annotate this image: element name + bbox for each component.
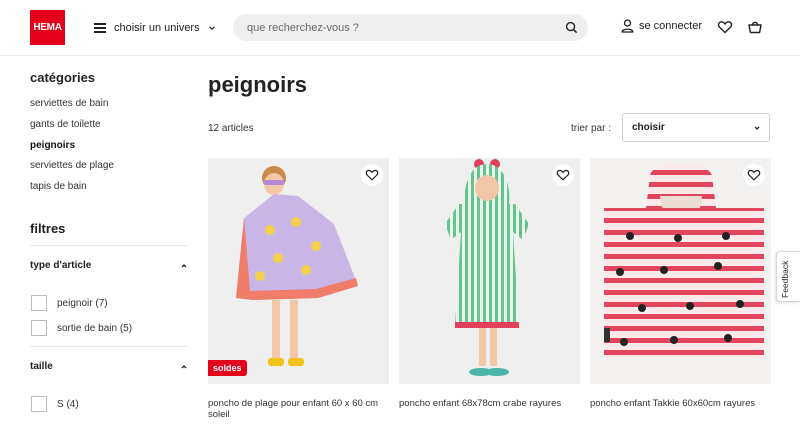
product-image[interactable]: soldes [208, 158, 389, 384]
filter-option-size-s[interactable]: S (4) [31, 396, 79, 412]
choose-universe-button[interactable]: choisir un univers [94, 18, 216, 38]
checkbox[interactable] [31, 295, 47, 311]
filter-taille-label: taille [30, 361, 53, 372]
filter-type-article-header[interactable]: type d'article [30, 260, 188, 271]
heart-icon[interactable] [717, 19, 733, 35]
filter-option-label: sortie de bain (5) [57, 322, 133, 334]
product-image[interactable] [399, 158, 580, 384]
filter-option-sortie-de-bain[interactable]: sortie de bain (5) [31, 320, 132, 336]
category-tapis-de-bain[interactable]: tapis de bain [30, 181, 87, 192]
chevron-up-icon [181, 263, 187, 267]
categories-title: catégories [30, 70, 96, 85]
heart-icon[interactable] [361, 164, 383, 186]
product-photo-poncho-crabe [399, 158, 580, 384]
search-icon[interactable] [565, 21, 578, 34]
search-bar [233, 14, 588, 41]
divider [30, 245, 188, 246]
filter-option-label: peignoir (7) [57, 297, 108, 309]
basket-icon[interactable] [747, 19, 763, 35]
sort-label: trier par : [571, 123, 612, 134]
chevron-up-icon [181, 364, 187, 368]
page-title: peignoirs [208, 72, 308, 97]
sort-value: choisir [632, 122, 665, 133]
login-label: se connecter [639, 20, 702, 32]
article-count: 12 articles [208, 123, 254, 134]
filters-title: filtres [30, 221, 66, 236]
filter-taille-header[interactable]: taille [30, 361, 188, 372]
category-peignoirs[interactable]: peignoirs [30, 140, 75, 151]
product-card[interactable]: soldes poncho de plage pour enfant 60 x … [208, 158, 389, 420]
product-name[interactable]: poncho enfant Takkie 60x60cm rayures [590, 398, 771, 409]
hema-logo[interactable]: HEMA [30, 10, 65, 45]
divider [30, 346, 188, 347]
product-photo-poncho-takkie [590, 158, 771, 384]
heart-icon[interactable] [552, 164, 574, 186]
chevron-down-icon [754, 126, 760, 130]
product-name[interactable]: poncho enfant 68x78cm crabe rayures [399, 398, 580, 409]
category-serviettes-de-bain[interactable]: serviettes de bain [30, 98, 108, 109]
choose-universe-label: choisir un univers [114, 22, 200, 34]
checkbox[interactable] [31, 396, 47, 412]
category-gants-de-toilette[interactable]: gants de toilette [30, 119, 101, 130]
filter-option-peignoir[interactable]: peignoir (7) [31, 295, 108, 311]
heart-icon[interactable] [743, 164, 765, 186]
user-icon [621, 19, 634, 33]
product-card[interactable]: poncho enfant Takkie 60x60cm rayures [590, 158, 771, 409]
feedback-tab[interactable]: Feedback [776, 251, 800, 302]
product-card[interactable]: poncho enfant 68x78cm crabe rayures [399, 158, 580, 409]
category-serviettes-de-plage[interactable]: serviettes de plage [30, 160, 114, 171]
chevron-down-icon [208, 26, 215, 30]
product-photo-poncho-soleil [208, 158, 389, 384]
sale-badge: soldes [208, 360, 247, 376]
filter-option-label: S (4) [57, 398, 79, 410]
sort-select[interactable]: choisir [622, 113, 770, 142]
menu-icon [94, 23, 106, 33]
site-header: HEMA choisir un univers se connecter [0, 0, 800, 56]
feedback-label: Feedback [780, 260, 790, 298]
product-name[interactable]: poncho de plage pour enfant 60 x 60 cm s… [208, 398, 389, 420]
login-button[interactable]: se connecter [621, 19, 702, 33]
checkbox[interactable] [31, 320, 47, 336]
filter-type-article-label: type d'article [30, 260, 92, 271]
search-input[interactable] [247, 14, 547, 41]
product-image[interactable] [590, 158, 771, 384]
